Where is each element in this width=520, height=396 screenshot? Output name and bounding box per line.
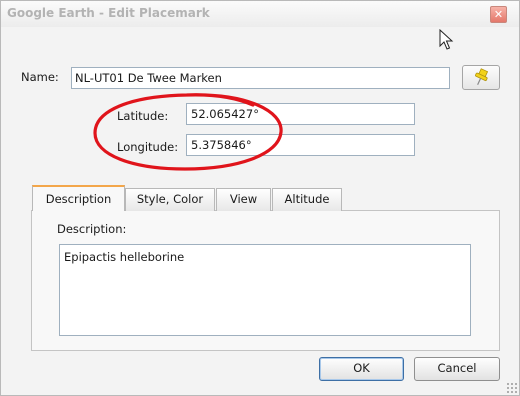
window-title: Google Earth - Edit Placemark — [7, 6, 210, 20]
ok-button-label: OK — [353, 361, 370, 375]
title-bar[interactable]: Google Earth - Edit Placemark ✕ — [1, 1, 519, 27]
tab-description[interactable]: Description — [32, 185, 125, 211]
name-value: NL-UT01 De Twee Marken — [75, 71, 222, 85]
edit-placemark-dialog: Google Earth - Edit Placemark ✕ Name: NL… — [0, 0, 520, 396]
placemark-icon-button[interactable] — [462, 65, 500, 90]
tab-view-label: View — [229, 192, 258, 206]
tab-altitude[interactable]: Altitude — [272, 188, 342, 211]
tab-view[interactable]: View — [216, 188, 271, 211]
yellow-pushpin-icon — [475, 68, 489, 86]
name-label: Name: — [21, 70, 59, 84]
annotation-ellipse — [93, 93, 283, 171]
tab-style-color-label: Style, Color — [136, 192, 204, 206]
tab-description-label: Description — [45, 192, 112, 206]
description-textarea[interactable]: Epipactis helleborine — [59, 244, 471, 336]
resize-grip[interactable] — [506, 382, 517, 393]
description-value: Epipactis helleborine — [64, 250, 185, 264]
tab-altitude-label: Altitude — [284, 192, 330, 206]
mouse-pointer-icon — [439, 29, 454, 50]
name-field[interactable]: NL-UT01 De Twee Marken — [71, 67, 450, 89]
close-icon: ✕ — [493, 8, 504, 21]
tab-style-color[interactable]: Style, Color — [125, 188, 215, 211]
close-button[interactable]: ✕ — [490, 6, 507, 23]
cancel-button-label: Cancel — [437, 361, 477, 375]
ok-button[interactable]: OK — [319, 357, 404, 381]
description-label: Description: — [57, 222, 127, 236]
cancel-button[interactable]: Cancel — [414, 357, 500, 381]
